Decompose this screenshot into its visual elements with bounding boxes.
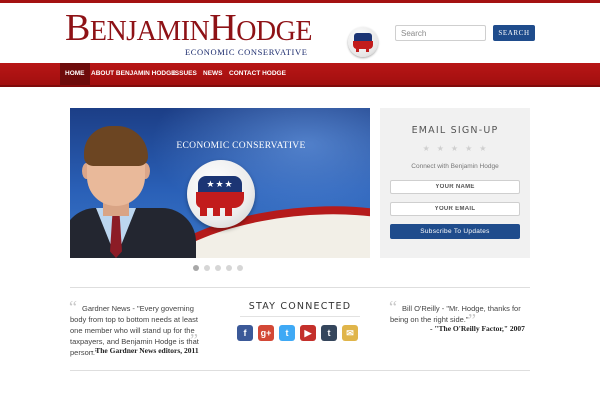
signup-description: Connect with Benjamin Hodge: [411, 163, 499, 170]
republican-elephant-icon: ★★★: [187, 160, 255, 228]
logo-wordmark: BENJAMINHODGE: [65, 7, 312, 49]
slider-dot[interactable]: [204, 265, 210, 271]
divider: [70, 370, 530, 371]
stay-connected-heading: STAY CONNECTED: [248, 301, 352, 312]
logo-first-name: ENJAMIN: [89, 16, 210, 47]
candidate-photo: [70, 108, 196, 258]
nav-item-contact[interactable]: CONTACT HODGE: [224, 63, 291, 85]
slider-dot[interactable]: [193, 265, 199, 271]
logo-last-name: ODGE: [236, 16, 312, 47]
main-navigation: HOME ABOUT BENJAMIN HODGE ISSUES NEWS CO…: [0, 63, 600, 87]
logo-tagline: ECONOMIC CONSERVATIVE: [185, 47, 308, 57]
signup-title: EMAIL SIGN-UP: [411, 125, 499, 136]
twitter-icon[interactable]: t: [279, 325, 295, 341]
youtube-icon[interactable]: ▶: [300, 325, 316, 341]
divider: [240, 316, 360, 317]
republican-elephant-icon: [348, 27, 378, 57]
testimonial-right-text: Bill O'Reilly - "Mr. Hodge, thanks for b…: [390, 304, 521, 324]
testimonial-left-author: - The Gardner News editors, 2011: [91, 346, 199, 355]
email-field[interactable]: [390, 202, 520, 216]
search-input[interactable]: [395, 25, 486, 41]
nav-item-issues[interactable]: ISSUES: [168, 63, 202, 85]
rss-icon[interactable]: ✉: [342, 325, 358, 341]
site-logo[interactable]: BENJAMINHODGE ECONOMIC CONSERVATIVE: [65, 7, 378, 57]
tumblr-icon[interactable]: t: [321, 325, 337, 341]
subscribe-button[interactable]: Subscribe To Updates: [390, 224, 520, 239]
testimonial-right-author: - "The O'Reilly Factor," 2007: [430, 324, 525, 333]
nav-item-about[interactable]: ABOUT BENJAMIN HODGE: [86, 63, 181, 85]
facebook-icon[interactable]: f: [237, 325, 253, 341]
badge-stars: ★★★: [206, 179, 234, 189]
divider: [70, 287, 530, 288]
hero-slider[interactable]: ECONOMIC CONSERVATIVE ★★★: [70, 108, 370, 258]
top-accent-line: [0, 0, 600, 3]
slider-dot[interactable]: [215, 265, 221, 271]
slider-dot[interactable]: [237, 265, 243, 271]
google-plus-icon[interactable]: g+: [258, 325, 274, 341]
name-field[interactable]: [390, 180, 520, 194]
slider-dot[interactable]: [226, 265, 232, 271]
search-button[interactable]: SEARCH: [493, 25, 535, 41]
decorative-stars: ★★★★★: [422, 144, 494, 153]
email-signup-panel: EMAIL SIGN-UP ★★★★★ Connect with Benjami…: [380, 108, 530, 258]
